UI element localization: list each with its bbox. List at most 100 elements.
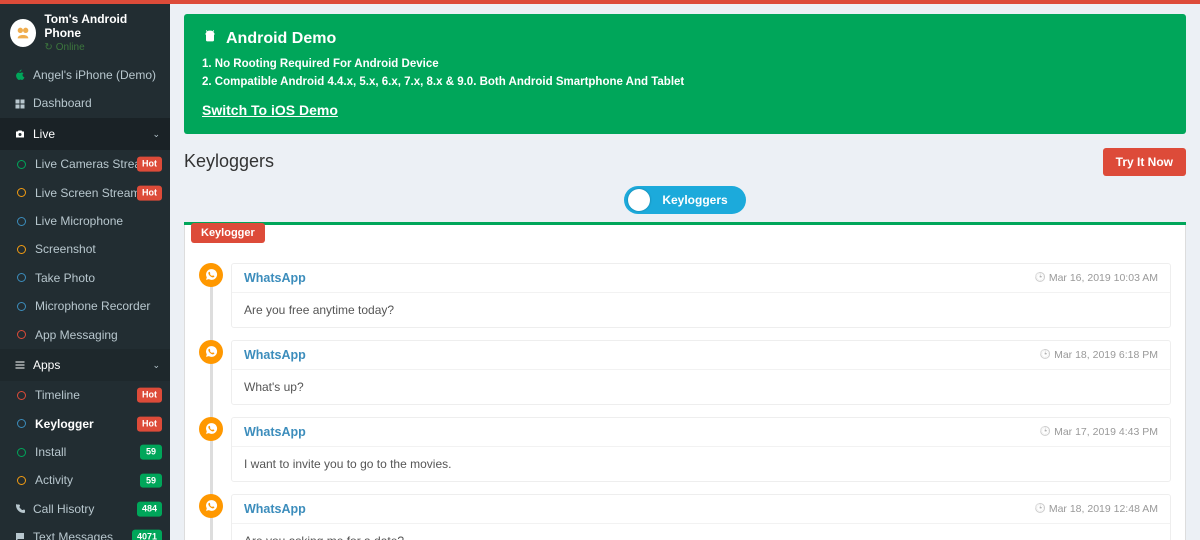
timeline: WhatsApp Mar 16, 2019 10:03 AM Are you fre…	[199, 263, 1171, 540]
camera-icon	[12, 128, 27, 140]
entry-time: Mar 18, 2019 6:18 PM	[1040, 349, 1158, 361]
dot-icon	[14, 160, 29, 169]
toggle-knob	[628, 189, 650, 211]
chevron-down-icon: ⌄	[152, 129, 160, 140]
avatar	[10, 19, 36, 47]
android-icon	[202, 28, 218, 49]
switch-to-ios-link[interactable]: Switch To iOS Demo	[202, 102, 338, 118]
sidebar-item-screenshot[interactable]: Screenshot	[0, 235, 170, 263]
pill-label: Keyloggers	[662, 193, 727, 207]
dot-icon	[14, 330, 29, 339]
entry-card: WhatsApp Mar 18, 2019 6:18 PM What's up?	[231, 340, 1171, 405]
hot-badge: Hot	[137, 185, 162, 200]
apps-label: Apps	[33, 358, 60, 372]
whatsapp-icon	[199, 263, 223, 287]
dot-icon	[14, 273, 29, 282]
sidebar-item-take-photo[interactable]: Take Photo	[0, 264, 170, 292]
count-badge: 59	[140, 473, 162, 488]
hot-badge: Hot	[137, 388, 162, 403]
count-badge: 4071	[132, 530, 162, 540]
timeline-entry[interactable]: WhatsApp Mar 16, 2019 10:03 AM Are you fre…	[225, 263, 1171, 328]
page-title: Keyloggers	[184, 151, 274, 172]
switch-device-label: Angel's iPhone (Demo)	[33, 68, 156, 82]
entry-header: WhatsApp Mar 18, 2019 12:48 AM	[232, 495, 1170, 524]
whatsapp-icon	[199, 340, 223, 364]
dashboard-icon	[12, 98, 27, 110]
dot-icon	[14, 448, 29, 457]
dot-icon	[14, 419, 29, 428]
sidebar-item-text-messages[interactable]: Text Messages4071	[0, 523, 170, 540]
chat-icon	[12, 531, 27, 540]
try-it-now-button[interactable]: Try It Now	[1103, 148, 1186, 176]
entry-app: WhatsApp	[244, 271, 306, 285]
entry-header: WhatsApp Mar 17, 2019 4:43 PM	[232, 418, 1170, 447]
entry-card: WhatsApp Mar 18, 2019 12:48 AM Are you ask…	[231, 494, 1171, 540]
whatsapp-icon	[199, 417, 223, 441]
sidebar-item-mic-recorder[interactable]: Microphone Recorder	[0, 292, 170, 320]
sidebar-item-install[interactable]: Install59	[0, 438, 170, 466]
sidebar-item-app-messaging[interactable]: App Messaging	[0, 321, 170, 349]
sidebar-section-live[interactable]: Live ⌄	[0, 118, 170, 150]
entry-body: Are you free anytime today?	[232, 293, 1170, 327]
tab-pill-wrap: Keyloggers	[184, 186, 1186, 214]
sidebar-item-timeline[interactable]: TimelineHot	[0, 381, 170, 409]
main-content: Android Demo 1. No Rooting Required For …	[170, 4, 1200, 540]
dot-icon	[14, 302, 29, 311]
dot-icon	[14, 217, 29, 226]
sidebar-item-activity[interactable]: Activity59	[0, 466, 170, 494]
entry-header: WhatsApp Mar 18, 2019 6:18 PM	[232, 341, 1170, 370]
apps-list-icon	[12, 359, 27, 371]
entry-header: WhatsApp Mar 16, 2019 10:03 AM	[232, 264, 1170, 293]
sidebar: Tom's Android Phone Online Angel's iPhon…	[0, 4, 170, 540]
keylogger-tag: Keylogger	[191, 223, 265, 243]
banner-list: 1. No Rooting Required For Android Devic…	[202, 55, 1168, 92]
entry-app: WhatsApp	[244, 348, 306, 362]
entry-body: I want to invite you to go to the movies…	[232, 447, 1170, 481]
dot-icon	[14, 245, 29, 254]
live-label: Live	[33, 127, 55, 141]
banner-title-row: Android Demo	[202, 28, 1168, 49]
dot-icon	[14, 391, 29, 400]
entry-app: WhatsApp	[244, 425, 306, 439]
banner-line-1: 1. No Rooting Required For Android Devic…	[202, 55, 1168, 73]
dashboard-label: Dashboard	[33, 96, 92, 110]
whatsapp-icon	[199, 494, 223, 518]
hot-badge: Hot	[137, 157, 162, 172]
sidebar-item-keylogger[interactable]: KeyloggerHot	[0, 410, 170, 438]
keylogger-panel: Keylogger WhatsApp Mar 16, 2019 10:03 AM A…	[184, 225, 1186, 540]
page-header: Keyloggers Try It Now	[184, 148, 1186, 176]
phone-icon	[12, 503, 27, 515]
entry-body: What's up?	[232, 370, 1170, 404]
tab-keyloggers[interactable]: Keyloggers	[624, 186, 745, 214]
entry-card: WhatsApp Mar 17, 2019 4:43 PM I want to in…	[231, 417, 1171, 482]
sidebar-item-dashboard[interactable]: Dashboard	[0, 89, 170, 117]
sidebar-item-live-screen[interactable]: Live Screen StreamHot	[0, 179, 170, 207]
entry-time: Mar 18, 2019 12:48 AM	[1035, 503, 1158, 515]
timeline-entry[interactable]: WhatsApp Mar 18, 2019 6:18 PM What's up?	[225, 340, 1171, 405]
entry-time: Mar 17, 2019 4:43 PM	[1040, 426, 1158, 438]
entry-card: WhatsApp Mar 16, 2019 10:03 AM Are you fre…	[231, 263, 1171, 328]
banner-title: Android Demo	[226, 30, 336, 48]
dot-icon	[14, 188, 29, 197]
hot-badge: Hot	[137, 416, 162, 431]
device-name: Tom's Android Phone	[44, 12, 160, 40]
sidebar-item-live-mic[interactable]: Live Microphone	[0, 207, 170, 235]
switch-device[interactable]: Angel's iPhone (Demo)	[0, 61, 170, 89]
count-badge: 59	[140, 445, 162, 460]
device-status: Online	[44, 42, 160, 53]
count-badge: 484	[137, 502, 162, 517]
info-banner: Android Demo 1. No Rooting Required For …	[184, 14, 1186, 134]
chevron-down-icon: ⌄	[152, 360, 160, 371]
banner-line-2: 2. Compatible Android 4.4.x, 5.x, 6.x, 7…	[202, 73, 1168, 91]
sidebar-section-apps[interactable]: Apps ⌄	[0, 349, 170, 381]
sidebar-item-live-camera[interactable]: Live Cameras StreamHot	[0, 150, 170, 178]
timeline-entry[interactable]: WhatsApp Mar 18, 2019 12:48 AM Are you ask…	[225, 494, 1171, 540]
entry-time: Mar 16, 2019 10:03 AM	[1035, 272, 1158, 284]
dot-icon	[14, 476, 29, 485]
timeline-entry[interactable]: WhatsApp Mar 17, 2019 4:43 PM I want to in…	[225, 417, 1171, 482]
sidebar-item-call-history[interactable]: Call Hisotry484	[0, 495, 170, 523]
entry-body: Are you asking me for a date?	[232, 524, 1170, 540]
apple-icon	[12, 69, 27, 81]
entry-app: WhatsApp	[244, 502, 306, 516]
device-header[interactable]: Tom's Android Phone Online	[0, 4, 170, 61]
